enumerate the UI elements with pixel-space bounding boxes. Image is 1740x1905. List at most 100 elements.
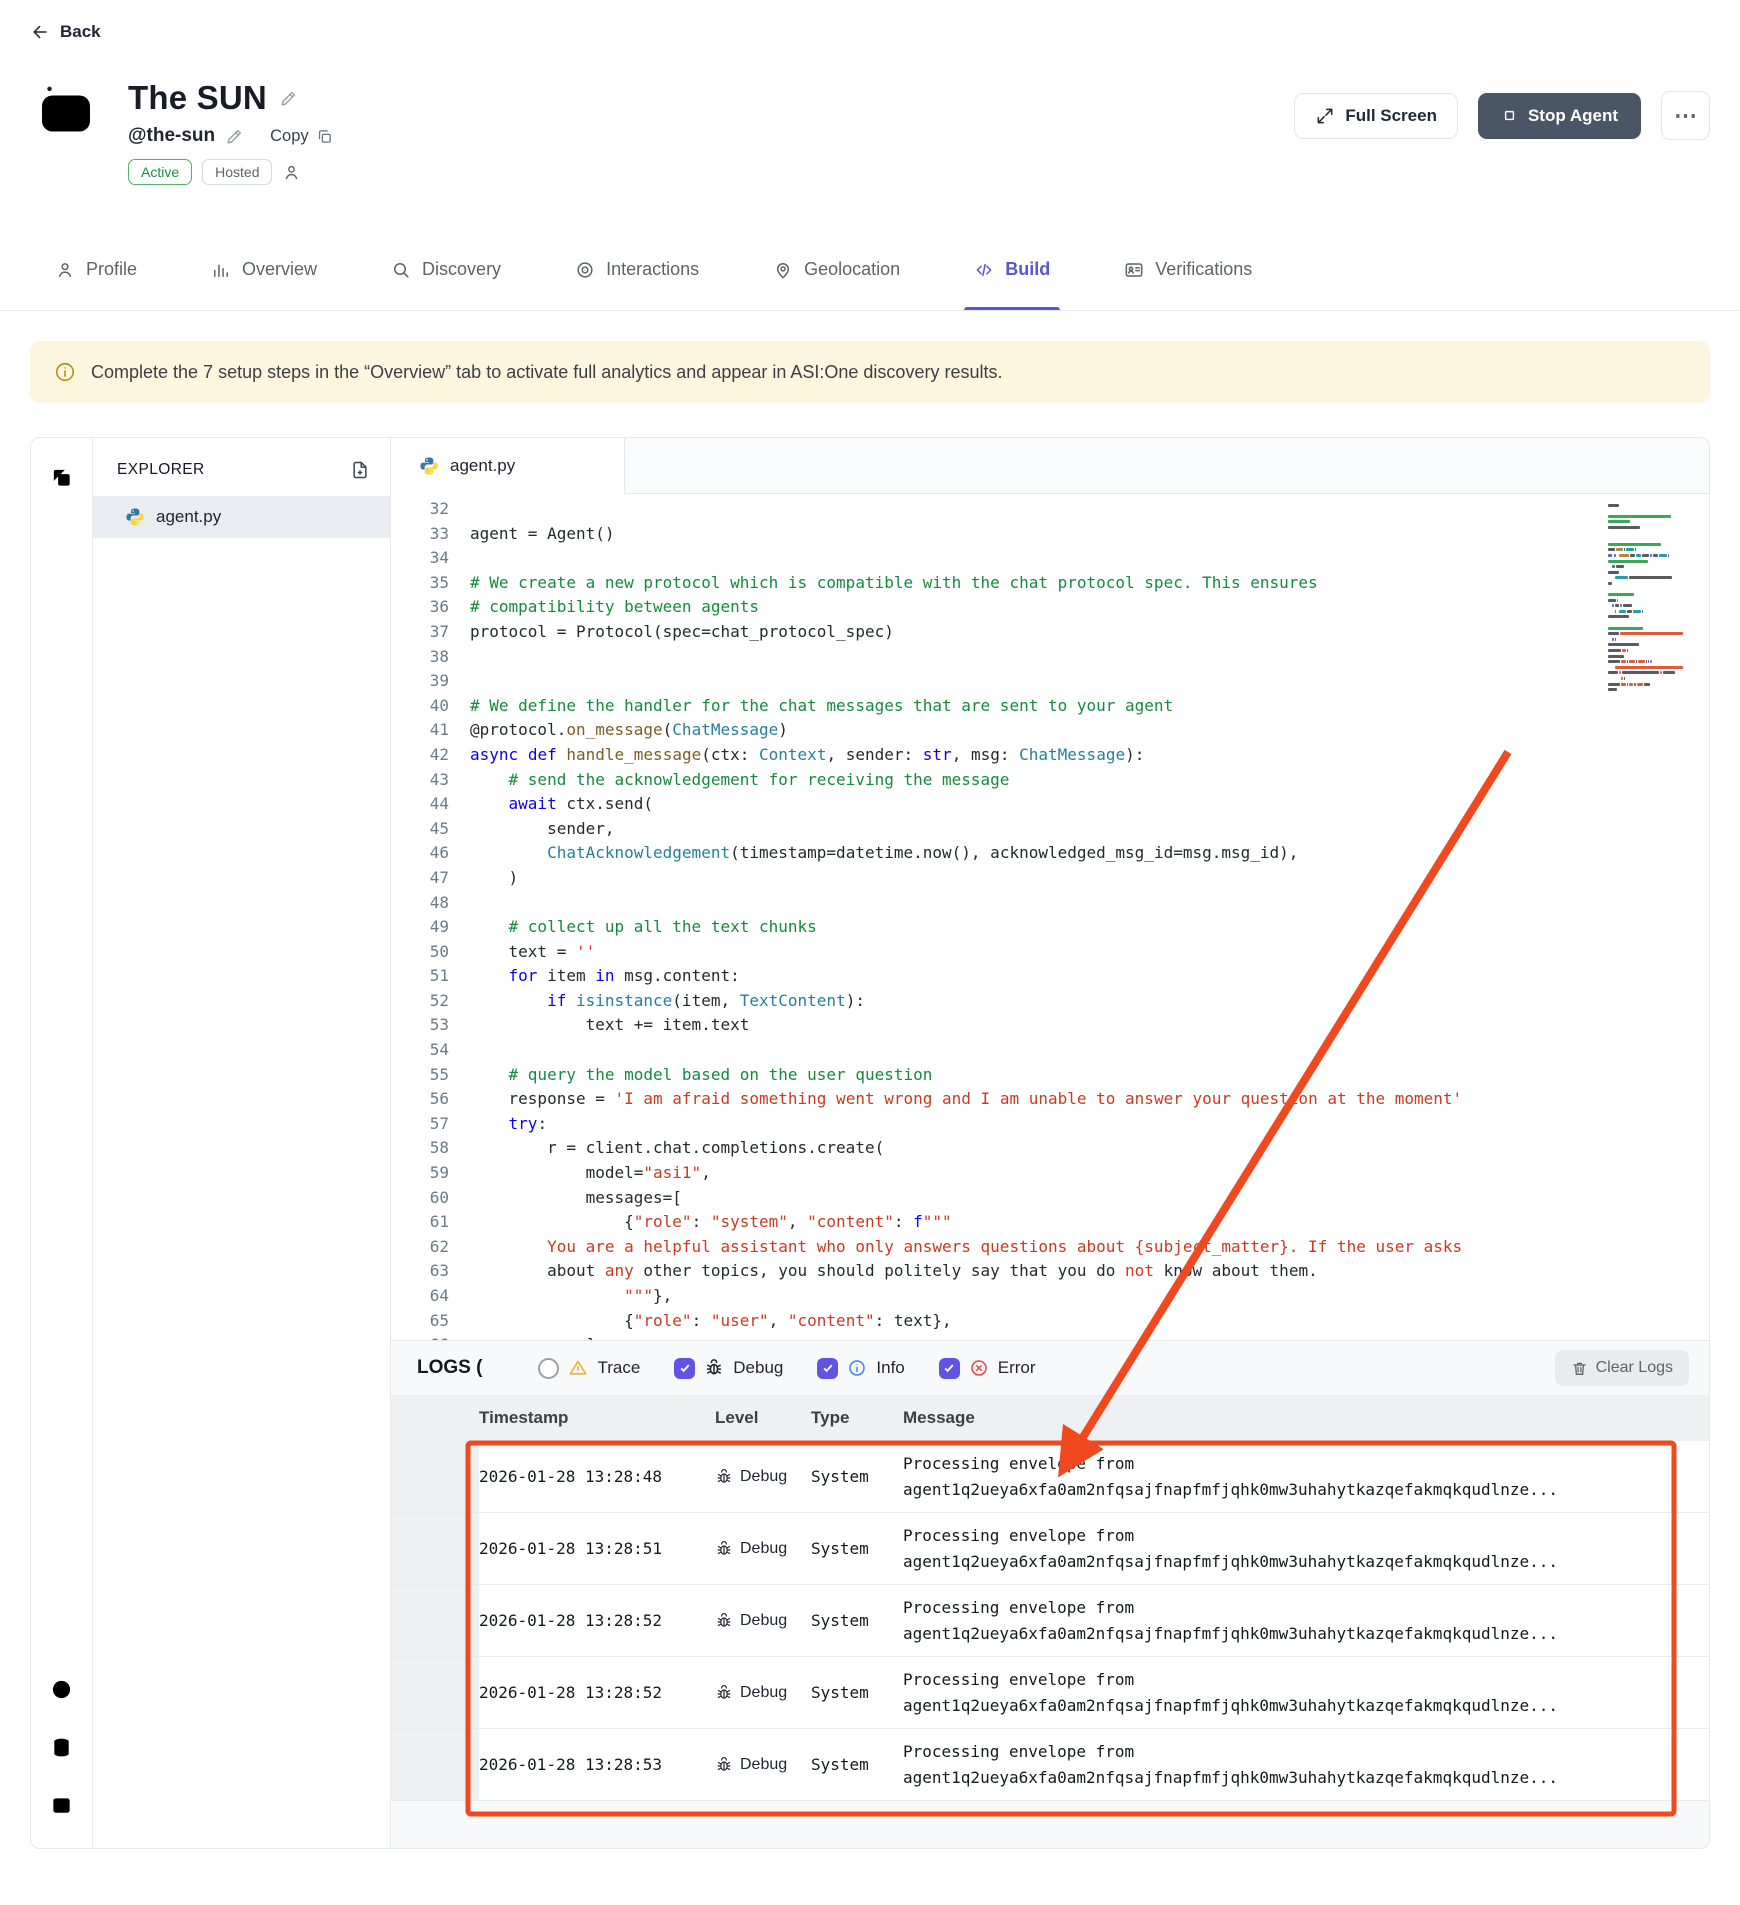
code-text: if isinstance(item, TextContent): [449, 989, 865, 1014]
line-number: 60 [391, 1186, 449, 1211]
error-checkbox[interactable] [939, 1358, 960, 1379]
line-number: 49 [391, 915, 449, 940]
log-type: System [811, 1683, 903, 1702]
filter-error[interactable]: Error [939, 1358, 1036, 1379]
back-label: Back [60, 22, 101, 42]
hosted-badge: Hosted [202, 159, 272, 185]
new-file-icon[interactable] [350, 460, 370, 480]
code-text [449, 891, 470, 916]
stop-agent-button[interactable]: Stop Agent [1478, 93, 1641, 139]
code-text: r = client.chat.completions.create( [449, 1136, 884, 1161]
clear-logs-button[interactable]: Clear Logs [1555, 1350, 1689, 1386]
line-number: 58 [391, 1136, 449, 1161]
log-rows: 2026-01-28 13:28:48DebugSystemProcessing… [391, 1441, 1709, 1801]
file-item-agent-py[interactable]: agent.py [93, 496, 390, 538]
code-line: 32 [391, 497, 1709, 522]
line-number: 46 [391, 841, 449, 866]
code-lines: 3233agent = Agent()3435# We create a new… [391, 497, 1709, 1340]
editor-tab-label: agent.py [450, 456, 515, 476]
line-number: 33 [391, 522, 449, 547]
copy-button[interactable]: Copy [270, 127, 333, 146]
log-row: 2026-01-28 13:28:52DebugSystemProcessing… [391, 1657, 1709, 1729]
page: Back The SUN @the-sun Copy [0, 0, 1740, 1877]
filter-debug[interactable]: Debug [674, 1358, 783, 1379]
editor-tab-agent-py[interactable]: agent.py [391, 438, 625, 494]
full-screen-button[interactable]: Full Screen [1294, 93, 1458, 139]
more-button[interactable]: ⋯ [1661, 91, 1710, 140]
tab-overview[interactable]: Overview [211, 229, 317, 310]
column-timestamp: Timestamp [479, 1408, 715, 1428]
code-line: 35# We create a new protocol which is co… [391, 571, 1709, 596]
code-text: {"role": "user", "content": text}, [449, 1309, 952, 1334]
ide-panel: EXPLORER agent.py agent.py 3233agent = A… [30, 437, 1710, 1849]
code-line: 47 ) [391, 866, 1709, 891]
database-icon[interactable] [50, 1736, 73, 1764]
code-line: 43 # send the acknowledgement for receiv… [391, 768, 1709, 793]
tab-geolocation[interactable]: Geolocation [773, 229, 900, 310]
files-copy-icon[interactable] [50, 466, 73, 494]
column-message: Message [903, 1408, 1709, 1428]
line-number: 41 [391, 718, 449, 743]
debug-checkbox[interactable] [674, 1358, 695, 1379]
bug-icon [715, 1540, 733, 1558]
code-line: 61 {"role": "system", "content": f""" [391, 1210, 1709, 1235]
logs-header: LOGS ( TraceDebugInfoError Clear Logs [391, 1341, 1709, 1395]
edit-title-icon[interactable] [279, 89, 298, 108]
trace-level-icon [568, 1358, 588, 1378]
info-level-icon [847, 1358, 867, 1378]
minimap[interactable] [1608, 498, 1704, 694]
log-level: Debug [715, 1468, 811, 1486]
search-icon [391, 260, 411, 280]
trace-checkbox[interactable] [538, 1358, 559, 1379]
agent-handle: @the-sun [128, 125, 215, 147]
file-list: agent.py [93, 496, 390, 538]
tab-profile[interactable]: Profile [55, 229, 137, 310]
line-number: 65 [391, 1309, 449, 1334]
tab-discovery[interactable]: Discovery [391, 229, 501, 310]
code-editor[interactable]: 3233agent = Agent()3435# We create a new… [391, 494, 1709, 1340]
code-line: 59 model="asi1", [391, 1161, 1709, 1186]
code-line: 52 if isinstance(item, TextContent): [391, 989, 1709, 1014]
tab-interactions[interactable]: Interactions [575, 229, 699, 310]
code-text: for item in msg.content: [449, 964, 740, 989]
line-number: 45 [391, 817, 449, 842]
line-number: 54 [391, 1038, 449, 1063]
tab-verifications[interactable]: Verifications [1124, 229, 1252, 310]
log-timestamp: 2026-01-28 13:28:52 [479, 1611, 715, 1630]
code-text: ] [449, 1333, 595, 1340]
bug-icon [715, 1684, 733, 1702]
line-number: 64 [391, 1284, 449, 1309]
info-checkbox[interactable] [817, 1358, 838, 1379]
log-level: Debug [715, 1540, 811, 1558]
code-text: # compatibility between agents [449, 595, 759, 620]
edit-handle-icon[interactable] [225, 127, 244, 146]
line-number: 62 [391, 1235, 449, 1260]
code-text: ChatAcknowledgement(timestamp=datetime.n… [449, 841, 1298, 866]
globe-icon[interactable] [50, 1678, 73, 1706]
code-text: model="asi1", [449, 1161, 711, 1186]
code-text: text = '' [449, 940, 595, 965]
full-screen-icon [1315, 106, 1335, 126]
filter-info[interactable]: Info [817, 1358, 904, 1379]
code-line: 60 messages=[ [391, 1186, 1709, 1211]
line-number: 53 [391, 1013, 449, 1038]
log-message: Processing envelope fromagent1q2ueya6xfa… [903, 1523, 1709, 1575]
terminal-icon[interactable] [50, 1794, 73, 1822]
filter-trace[interactable]: Trace [538, 1358, 640, 1379]
log-level: Debug [715, 1684, 811, 1702]
user-icon [55, 260, 75, 280]
code-line: 44 await ctx.send( [391, 792, 1709, 817]
copy-icon [316, 128, 333, 145]
back-button[interactable]: Back [30, 22, 101, 42]
log-type: System [811, 1611, 903, 1630]
code-line: 66 ] [391, 1333, 1709, 1340]
line-number: 38 [391, 645, 449, 670]
editor-column: agent.py 3233agent = Agent()3435# We cre… [391, 438, 1709, 1848]
code-line: 48 [391, 891, 1709, 916]
ellipsis-icon: ⋯ [1674, 102, 1697, 129]
code-text [449, 546, 470, 571]
code-line: 65 {"role": "user", "content": text}, [391, 1309, 1709, 1334]
line-number: 35 [391, 571, 449, 596]
code-text: ) [449, 866, 518, 891]
tab-build[interactable]: Build [974, 229, 1050, 310]
